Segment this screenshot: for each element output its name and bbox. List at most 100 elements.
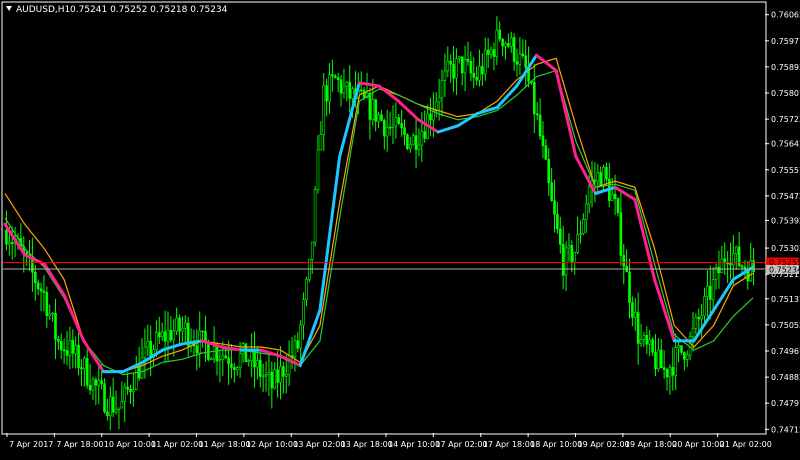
candle-body [613,193,617,199]
candle-body [458,56,461,59]
candle-body [74,344,77,354]
candle-body [732,253,735,266]
candle-body [227,357,230,365]
candle-body [429,113,432,121]
candle-body [483,49,487,75]
candle-body [195,345,199,354]
candle-body [449,60,452,65]
y-tick-label: 0.75137 [771,295,800,304]
chart-header: AUDUSD,H1 0.75241 0.75252 0.75218 0.7523… [6,5,228,15]
candle-body [587,186,591,205]
candle-body [400,123,403,128]
candle-body [54,312,57,340]
chart-area: AUDUSD,H1 0.75241 0.75252 0.75218 0.7523… [0,0,800,456]
candle-body [622,255,626,267]
candle-body [584,203,588,220]
candle-body [140,357,144,379]
candle-body [593,179,597,182]
candle-body [440,80,444,99]
x-tick-label: 11 Apr 02:00 [151,440,203,449]
candle-body [374,99,377,122]
candle-body [51,312,54,315]
y-tick-label: 0.75472 [771,192,800,201]
candle-body [322,85,326,135]
candle-body [711,279,715,300]
candle-body [345,81,349,87]
candle-body [619,212,623,256]
candle-body [547,159,551,184]
candle-body [740,265,744,268]
y-tick-label: 0.75302 [771,244,800,253]
candle-body [270,371,274,389]
candle-body [302,299,305,326]
y-tick-label: 0.76062 [771,11,800,20]
candle-body [325,85,328,102]
candle-body [734,246,738,254]
candle-body [134,366,138,390]
candle-body [256,360,259,368]
candle-body [455,58,458,79]
candle-body [100,380,103,384]
candle-body [117,407,121,411]
candle-body [169,329,173,341]
candle-body [261,375,265,378]
candle-body [512,37,516,62]
x-tick-label: 12 Apr 10:00 [246,440,298,449]
candle-body [233,367,236,371]
candle-body [276,369,279,383]
candle-body [628,271,631,303]
candle-body [596,172,600,182]
candle-body [331,74,334,77]
candle-body [209,358,213,361]
candle-body [172,330,176,341]
candle-body [377,114,380,122]
candle-body [114,409,118,413]
candle-body [605,166,608,180]
candle-body [498,29,502,40]
candle-body [550,182,553,201]
x-tick-label: 17 Apr 02:00 [435,440,487,449]
candle-body [515,61,519,65]
y-tick-label: 0.74797 [771,399,800,408]
candle-body [36,282,40,290]
candle-body [414,135,418,150]
candle-body [120,400,124,409]
y-tick-label: 0.75892 [771,63,800,72]
x-tick-label: 17 Apr 18:00 [483,440,535,449]
candle-body [388,126,392,129]
candle-body [631,302,634,318]
candle-body [359,89,363,92]
candle-body [633,312,637,318]
candle-body [45,292,49,317]
candle-body [729,262,732,266]
x-tick-label: 20 Apr 10:00 [672,440,724,449]
candle-body [80,367,83,370]
candle-body [677,345,680,349]
candle-body [59,341,63,351]
candle-body [420,131,424,146]
x-tick-label: 11 Apr 18:00 [199,440,251,449]
candle-body [691,327,695,338]
candle-body [616,198,620,213]
candle-body [472,72,476,78]
candle-body [221,355,225,360]
candle-body [230,363,233,368]
candle-body [10,242,14,244]
candle-body [247,360,251,362]
candle-body [469,60,473,74]
x-tick-label: 10 Apr 10:00 [104,440,156,449]
symbol-label: AUDUSD,H1 [16,5,70,15]
candle-body [397,117,401,124]
x-tick-label: 7 Apr 18:00 [56,440,103,449]
candle-body [717,267,721,274]
candle-body [636,312,640,344]
candle-body [720,258,724,274]
candle-body [224,355,227,359]
candle-body [235,367,239,371]
y-tick-label: 0.75557 [771,166,800,175]
candle-body [201,330,204,333]
candle-body [108,396,112,416]
y-tick-label: 0.75722 [771,115,800,124]
candle-body [163,331,167,342]
candle-body [126,386,129,390]
